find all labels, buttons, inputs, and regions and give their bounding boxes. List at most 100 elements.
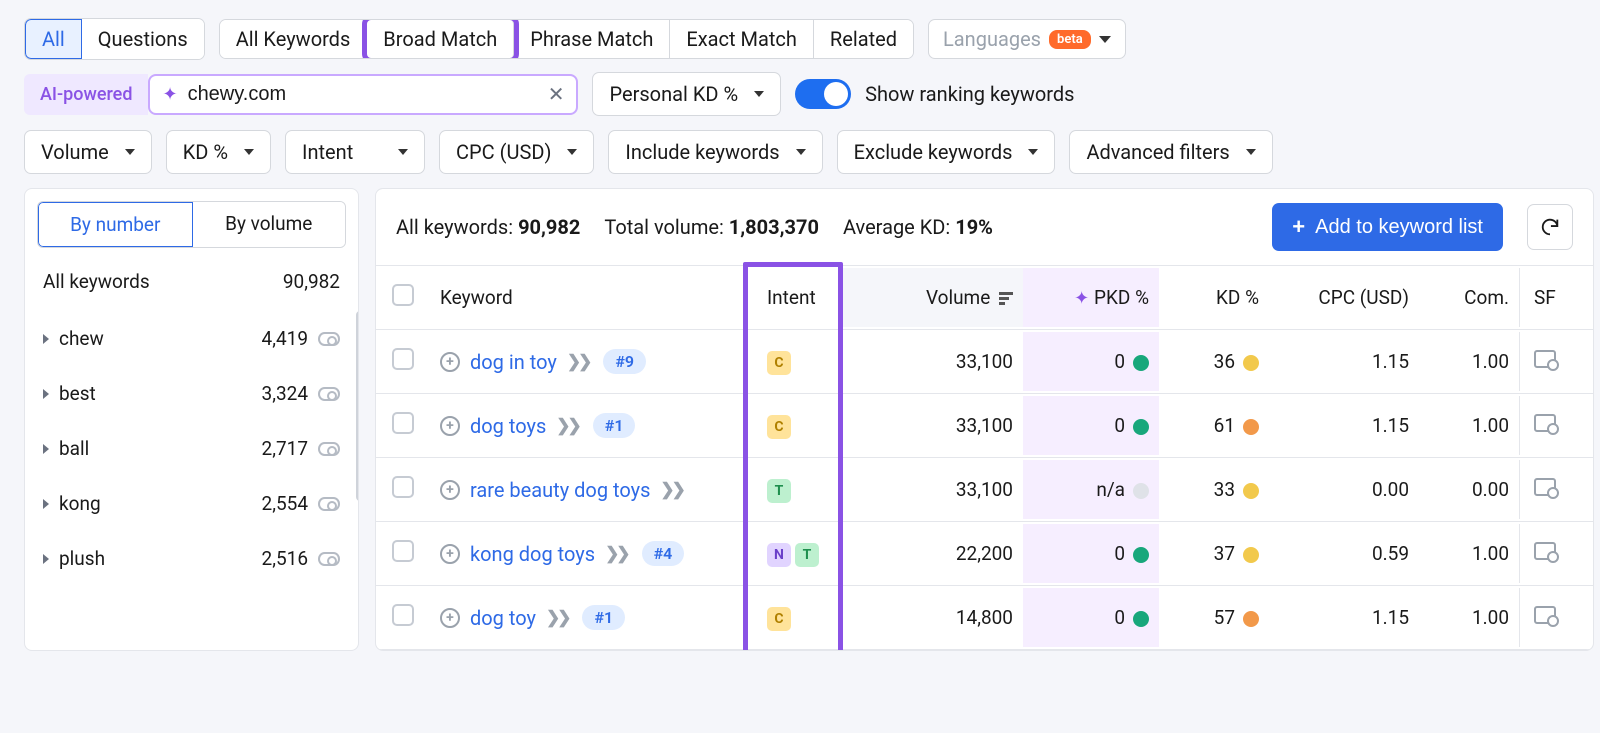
sidebar-item[interactable]: chew 4,419 [35,311,348,366]
tab-phrase-match[interactable]: Phrase Match [514,20,670,58]
domain-toolbar: AI-powered ✦ ✕ Personal KD % Show rankin… [0,70,1600,126]
expand-icon[interactable]: + [440,480,460,500]
filter-kd[interactable]: KD % [166,130,271,174]
tab-exact-match[interactable]: Exact Match [670,20,814,58]
cell-cpc: 1.15 [1269,588,1419,647]
beta-badge: beta [1049,30,1091,49]
row-checkbox[interactable] [392,540,414,562]
cell-cpc: 1.15 [1269,332,1419,391]
pkd-dot [1133,419,1149,435]
expand-icon[interactable]: + [440,352,460,372]
keyword-link[interactable]: kong dog toys [470,542,595,566]
serp-features-icon[interactable] [1534,606,1556,624]
cell-com: 1.00 [1419,588,1519,647]
serp-features-icon[interactable] [1534,414,1556,432]
kd-dot [1243,611,1259,627]
col-com[interactable]: Com. [1419,268,1519,327]
filter-volume[interactable]: Volume [24,130,152,174]
cell-cpc: 0.00 [1269,460,1419,519]
sidebar-item[interactable]: plush 2,516 [35,531,348,586]
refresh-button[interactable] [1527,204,1573,250]
ai-powered-badge: AI-powered [24,74,148,115]
expand-icon[interactable]: + [440,608,460,628]
keyword-link[interactable]: rare beauty dog toys [470,478,650,502]
intent-badge-c: C [767,607,791,631]
tab-all-keywords[interactable]: All Keywords [220,20,368,58]
table-row: + dog toy ❯❯ #1 C 14,800 0 57 1.15 1.00 [376,586,1593,650]
intent-badge-t: T [795,543,819,567]
eye-icon[interactable] [318,497,340,511]
col-pkd[interactable]: ✦ PKD % [1023,268,1159,327]
col-intent[interactable]: Intent [747,268,843,327]
cell-kd: 61 [1159,396,1269,455]
sidebar-all-keywords[interactable]: All keywords 90,982 [25,252,358,311]
add-to-keyword-list-button[interactable]: + Add to keyword list [1272,203,1503,251]
select-all-checkbox[interactable] [392,284,414,306]
sidebar-tab-by-number[interactable]: By number [38,202,193,247]
rank-badge: #1 [593,413,636,438]
tab-broad-match[interactable]: Broad Match [367,20,514,58]
cell-volume: 33,100 [843,460,1023,519]
expand-icon[interactable]: + [440,544,460,564]
row-checkbox[interactable] [392,604,414,626]
keyword-link[interactable]: dog in toy [470,350,557,374]
table-row: + rare beauty dog toys ❯❯ T 33,100 n/a 3… [376,458,1593,522]
filter-cpc[interactable]: CPC (USD) [439,130,594,174]
row-checkbox[interactable] [392,412,414,434]
table-row: + kong dog toys ❯❯ #4 NT 22,200 0 37 0.5… [376,522,1593,586]
serp-features-icon[interactable] [1534,350,1556,368]
sidebar-item[interactable]: best 3,324 [35,366,348,421]
sidebar-scrollbar[interactable] [356,311,359,501]
keywords-table-panel: All keywords: 90,982 Total volume: 1,803… [375,188,1594,651]
eye-icon[interactable] [318,332,340,346]
eye-icon[interactable] [318,552,340,566]
open-icon[interactable]: ❯❯ [556,416,579,436]
expand-icon[interactable]: + [440,416,460,436]
personal-kd-dropdown[interactable]: Personal KD % [592,72,781,116]
languages-dropdown[interactable]: Languages beta [928,19,1126,59]
row-checkbox[interactable] [392,348,414,370]
col-sf[interactable]: SF [1519,268,1593,327]
intent-badge-c: C [767,415,791,439]
eye-icon[interactable] [318,387,340,401]
keyword-link[interactable]: dog toy [470,606,536,630]
keyword-link[interactable]: dog toys [470,414,546,438]
table-row: + dog toys ❯❯ #1 C 33,100 0 61 1.15 1.00 [376,394,1593,458]
clear-icon[interactable]: ✕ [548,82,565,106]
row-checkbox[interactable] [392,476,414,498]
open-icon[interactable]: ❯❯ [546,608,569,628]
domain-input-wrap: ✦ ✕ [148,74,578,115]
filter-exclude[interactable]: Exclude keywords [837,130,1056,174]
filter-intent[interactable]: Intent [285,130,425,174]
eye-icon[interactable] [318,442,340,456]
plus-icon: + [1292,214,1305,240]
match-type-group: All Keywords Broad Match Phrase Match Ex… [219,19,914,59]
filter-advanced[interactable]: Advanced filters [1069,130,1272,174]
tab-questions[interactable]: Questions [82,19,204,59]
col-volume[interactable]: Volume [843,268,1023,327]
col-kd[interactable]: KD % [1159,268,1269,327]
serp-features-icon[interactable] [1534,542,1556,560]
sidebar-item-count: 2,554 [262,492,308,515]
intent-badge-c: C [767,351,791,375]
sidebar-item[interactable]: kong 2,554 [35,476,348,531]
kd-dot [1243,419,1259,435]
tab-related[interactable]: Related [814,20,913,58]
open-icon[interactable]: ❯❯ [567,352,590,372]
domain-input[interactable] [188,83,538,106]
open-icon[interactable]: ❯❯ [605,544,628,564]
col-keyword[interactable]: Keyword [430,268,747,327]
sidebar-item-term: kong [59,492,252,515]
col-checkbox [376,266,430,329]
filter-include[interactable]: Include keywords [608,130,822,174]
sidebar-list: chew 4,419 best 3,324 ball 2,717 kong 2,… [25,311,358,586]
sidebar-tab-by-volume[interactable]: By volume [193,202,346,247]
sidebar-item[interactable]: ball 2,717 [35,421,348,476]
cell-volume: 22,200 [843,524,1023,583]
open-icon[interactable]: ❯❯ [660,480,683,500]
tab-all[interactable]: All [25,19,82,59]
serp-features-icon[interactable] [1534,478,1556,496]
col-cpc[interactable]: CPC (USD) [1269,268,1419,327]
chevron-right-icon [43,334,49,344]
show-ranking-toggle[interactable] [795,79,851,109]
